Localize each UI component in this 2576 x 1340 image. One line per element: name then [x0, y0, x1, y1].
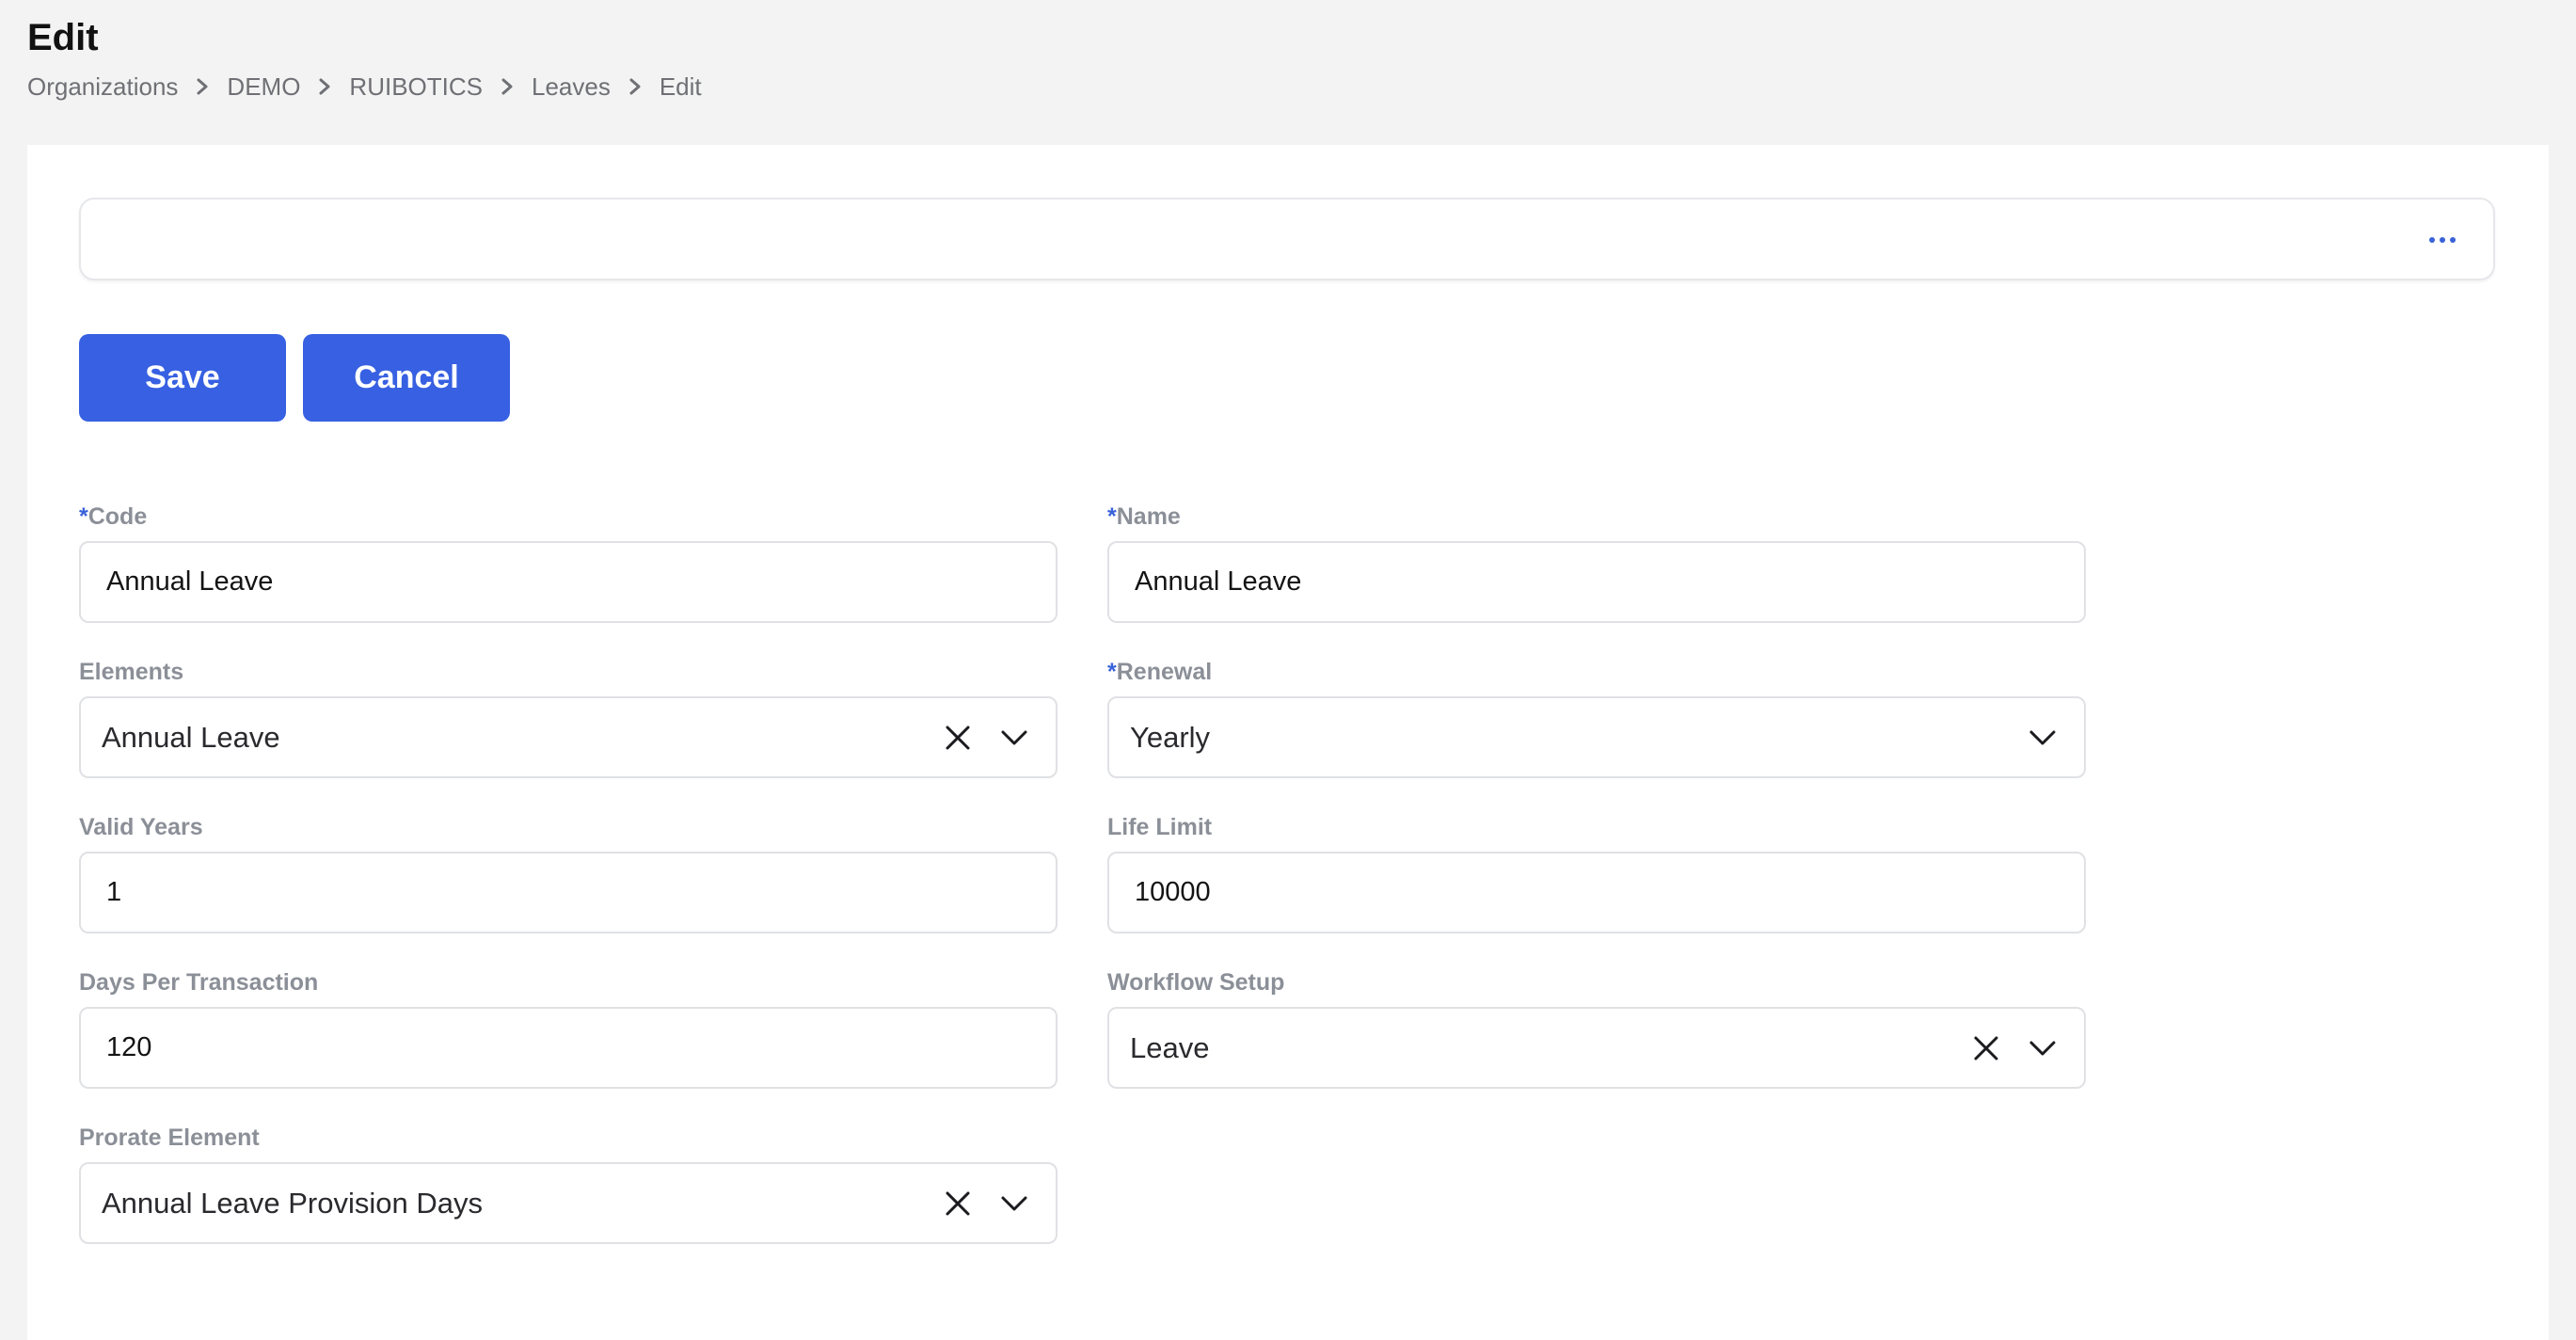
required-marker: * [1107, 659, 1117, 685]
code-label: *Code [79, 503, 148, 530]
ellipsis-horizontal-icon [2429, 237, 2456, 243]
breadcrumb-item-leaves[interactable]: Leaves [532, 70, 611, 104]
chevron-down-icon[interactable] [2014, 1020, 2071, 1077]
renewal-field: *Renewal Yearly [1107, 658, 2086, 778]
required-marker: * [79, 503, 88, 530]
valid-years-label: Valid Years [79, 814, 203, 840]
chevron-right-icon [300, 70, 349, 104]
valid-years-field: Valid Years 1 [79, 813, 1057, 933]
breadcrumb-item-edit: Edit [659, 72, 702, 101]
clear-icon[interactable] [930, 1175, 986, 1232]
chevron-right-icon [178, 70, 227, 104]
prorate-element-select[interactable]: Annual Leave Provision Days [79, 1162, 1057, 1244]
elements-value: Annual Leave [102, 720, 280, 754]
page-title: Edit [27, 17, 99, 58]
elements-field: Elements Annual Leave [79, 658, 1057, 778]
valid-years-value: 1 [106, 877, 122, 907]
clear-icon[interactable] [930, 710, 986, 766]
action-bar [79, 198, 2495, 280]
days-per-transaction-input[interactable]: 120 [79, 1007, 1057, 1089]
more-actions-button[interactable] [2424, 224, 2461, 256]
valid-years-input[interactable]: 1 [79, 852, 1057, 933]
life-limit-input[interactable]: 10000 [1107, 852, 2086, 933]
chevron-down-icon[interactable] [986, 1175, 1042, 1232]
days-per-transaction-field: Days Per Transaction 120 [79, 968, 1057, 1089]
clear-icon[interactable] [1958, 1020, 2014, 1077]
name-input[interactable]: Annual Leave [1107, 541, 2086, 623]
breadcrumb: Organizations DEMO RUIBOTICS Leaves Edit [27, 70, 702, 104]
name-field: *Name Annual Leave [1107, 502, 2086, 623]
elements-label: Elements [79, 659, 184, 685]
breadcrumb-item-organizations[interactable]: Organizations [27, 70, 178, 104]
chevron-right-icon [483, 70, 532, 104]
days-per-transaction-value: 120 [106, 1032, 152, 1062]
chevron-down-icon[interactable] [2014, 710, 2071, 766]
edit-form-card: Save Cancel *Code Annual Leave *Name Ann… [27, 145, 2549, 1340]
code-input[interactable]: Annual Leave [79, 541, 1057, 623]
required-marker: * [1107, 503, 1117, 530]
breadcrumb-item-ruibotics[interactable]: RUIBOTICS [349, 70, 483, 104]
name-value: Annual Leave [1135, 566, 1302, 597]
days-per-transaction-label: Days Per Transaction [79, 969, 319, 996]
chevron-down-icon[interactable] [986, 710, 1042, 766]
prorate-element-label: Prorate Element [79, 1125, 260, 1151]
breadcrumb-item-demo[interactable]: DEMO [227, 70, 300, 104]
code-field: *Code Annual Leave [79, 502, 1057, 623]
workflow-setup-value: Leave [1130, 1030, 1210, 1064]
workflow-setup-field: Workflow Setup Leave [1107, 968, 2086, 1089]
prorate-element-field: Prorate Element Annual Leave Provision D… [79, 1124, 1057, 1244]
renewal-value: Yearly [1130, 720, 1211, 754]
renewal-select[interactable]: Yearly [1107, 696, 2086, 778]
renewal-label: *Renewal [1107, 659, 1213, 685]
workflow-setup-label: Workflow Setup [1107, 969, 1285, 996]
workflow-setup-select[interactable]: Leave [1107, 1007, 2086, 1089]
save-button[interactable]: Save [79, 334, 286, 422]
life-limit-field: Life Limit 10000 [1107, 813, 2086, 933]
name-label: *Name [1107, 503, 1181, 530]
life-limit-value: 10000 [1135, 877, 1211, 907]
elements-select[interactable]: Annual Leave [79, 696, 1057, 778]
page-header: Edit [27, 9, 99, 66]
life-limit-label: Life Limit [1107, 814, 1213, 840]
code-value: Annual Leave [106, 566, 274, 597]
cancel-button[interactable]: Cancel [303, 334, 510, 422]
chevron-right-icon [611, 70, 660, 104]
prorate-element-value: Annual Leave Provision Days [102, 1186, 483, 1220]
